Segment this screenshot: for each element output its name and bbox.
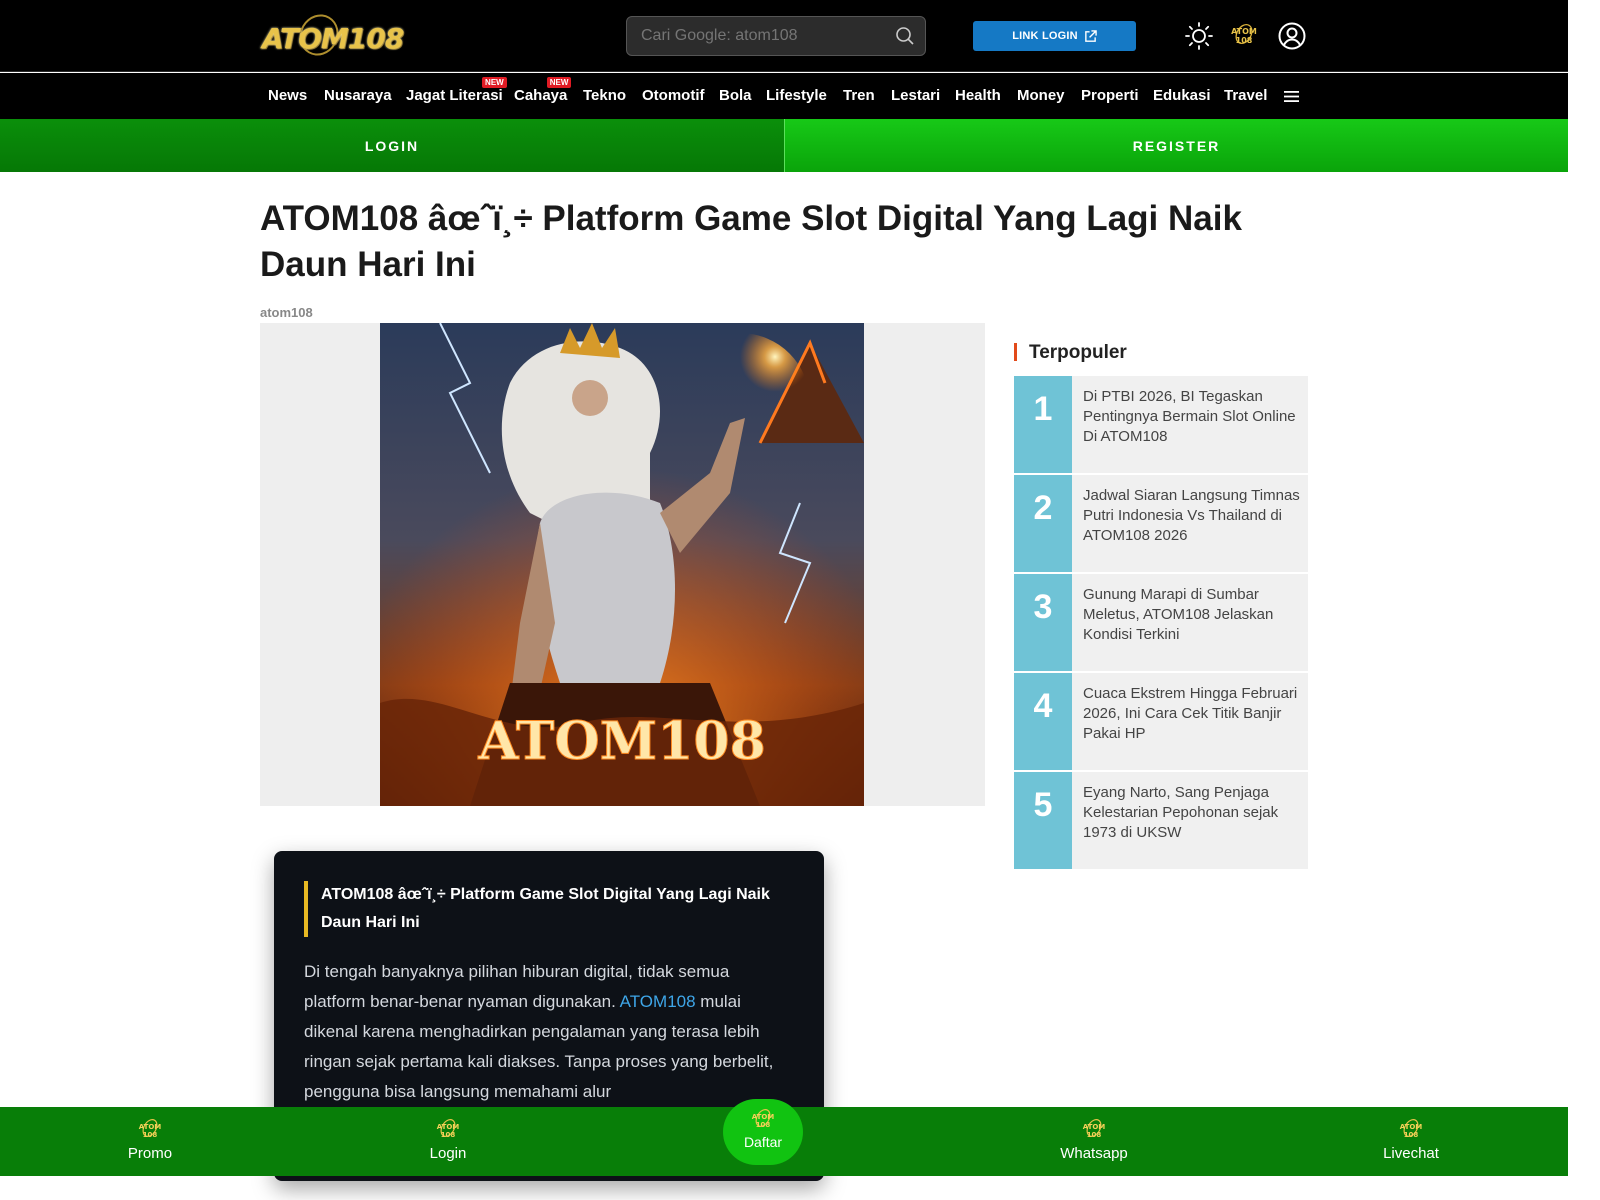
popular-rank: 4: [1014, 673, 1072, 770]
nav-item-label: Cahaya: [514, 87, 568, 104]
bottom-nav-label: Login: [429, 1145, 467, 1162]
bottom-nav-label: Promo: [127, 1145, 173, 1162]
search-icon[interactable]: [895, 26, 915, 46]
new-badge: NEW: [546, 77, 572, 88]
bottom-nav-promo[interactable]: ATOM 108 Promo: [90, 1117, 210, 1162]
bottom-nav-label: Whatsapp: [1060, 1145, 1128, 1162]
logo-text: ATOM108: [262, 22, 404, 55]
popular-rank: 2: [1014, 475, 1072, 572]
login-button[interactable]: LOGIN: [0, 119, 784, 172]
nav-item-money[interactable]: Money: [1017, 87, 1065, 104]
svg-text:108: 108: [1236, 36, 1253, 45]
svg-text:108: 108: [1087, 1131, 1102, 1139]
popular-rank: 5: [1014, 772, 1072, 869]
nav-item-lifestyle[interactable]: Lifestyle: [766, 87, 827, 104]
bottom-nav-login[interactable]: ATOM 108 Login: [388, 1117, 508, 1162]
new-badge: NEW: [482, 77, 507, 88]
article-title: ATOM108 âœˆï¸÷ Platform Game Slot Digita…: [260, 199, 1242, 284]
link-login-label: LINK LOGIN: [1012, 30, 1078, 42]
nav-item-bola[interactable]: Bola: [719, 87, 752, 104]
bottom-nav-daftar[interactable]: ATOM 108 Daftar: [723, 1099, 803, 1165]
svg-text:ATOM: ATOM: [139, 1123, 162, 1131]
popular-item[interactable]: 1 Di PTBI 2026, BI Tegaskan Pentingnya B…: [1014, 376, 1308, 473]
bottom-nav-label: Daftar: [743, 1134, 783, 1150]
daftar-logo-icon: ATOM108: [752, 1109, 775, 1129]
svg-text:ATOM: ATOM: [1400, 1123, 1423, 1131]
article-body: Di tengah banyaknya pilihan hiburan digi…: [304, 957, 794, 1107]
nav-item-health[interactable]: Health: [955, 87, 1001, 104]
mini-logo-icon: ATOM 108: [1231, 24, 1257, 45]
popular-headline[interactable]: Eyang Narto, Sang Penjaga Kelestarian Pe…: [1083, 783, 1303, 843]
search-input[interactable]: [641, 25, 881, 47]
search-box: [626, 16, 926, 56]
svg-text:108: 108: [441, 1131, 456, 1139]
popular-title-text: Terpopuler: [1029, 342, 1127, 363]
popular-item[interactable]: 4 Cuaca Ekstrem Hingga Februari 2026, In…: [1014, 673, 1308, 770]
nav-item-cahaya[interactable]: Cahaya NEW: [514, 77, 572, 104]
body-atom108-link[interactable]: ATOM108: [620, 992, 696, 1011]
login-logo-icon: ATOM108: [437, 1119, 460, 1139]
nav-item-tekno[interactable]: Tekno: [583, 87, 626, 104]
svg-text:ATOM: ATOM: [1231, 27, 1257, 36]
nav-item-news[interactable]: News: [268, 87, 307, 104]
popular-headline[interactable]: Cuaca Ekstrem Hingga Februari 2026, Ini …: [1083, 684, 1303, 744]
external-link-icon: [1084, 29, 1097, 42]
nav-item-tren[interactable]: Tren: [843, 87, 875, 104]
hero-illustration: ATOM108: [380, 323, 864, 806]
svg-text:ATOM: ATOM: [1083, 1123, 1106, 1131]
popular-rank: 3: [1014, 574, 1072, 671]
article-author[interactable]: atom108: [260, 305, 313, 320]
svg-text:ATOM: ATOM: [437, 1123, 460, 1131]
popular-headline[interactable]: Gunung Marapi di Sumbar Meletus, ATOM108…: [1083, 585, 1303, 645]
popular-headline[interactable]: Jadwal Siaran Langsung Timnas Putri Indo…: [1083, 486, 1303, 546]
popular-section-title: Terpopuler: [1014, 342, 1127, 363]
nav-item-lestari[interactable]: Lestari: [891, 87, 940, 104]
main-nav: News Nusaraya Jagat Literasi NEW Cahaya …: [0, 73, 1568, 119]
nav-item-edukasi[interactable]: Edukasi: [1153, 87, 1211, 104]
whatsapp-logo-icon: ATOM108: [1083, 1119, 1106, 1139]
hero-image: ATOM108: [380, 323, 864, 806]
svg-text:108: 108: [1404, 1131, 1419, 1139]
nav-item-properti[interactable]: Properti: [1081, 87, 1139, 104]
card-heading: ATOM108 âœˆï¸÷ Platform Game Slot Digita…: [304, 881, 784, 937]
hamburger-menu-icon[interactable]: [1284, 90, 1299, 103]
link-login-button[interactable]: LINK LOGIN: [973, 21, 1136, 51]
bottom-nav-livechat[interactable]: ATOM 108 Livechat: [1351, 1117, 1471, 1162]
svg-text:108: 108: [756, 1121, 771, 1129]
hero-image-container: ATOM108: [260, 323, 985, 806]
svg-text:108: 108: [143, 1131, 158, 1139]
nav-item-jagat-literasi[interactable]: Jagat Literasi NEW: [406, 77, 507, 104]
popular-rank: 1: [1014, 376, 1072, 473]
livechat-logo-icon: ATOM108: [1400, 1119, 1423, 1139]
nav-item-travel[interactable]: Travel: [1224, 87, 1267, 104]
promo-logo-icon: ATOM108: [139, 1119, 162, 1139]
nav-item-nusaraya[interactable]: Nusaraya: [324, 87, 392, 104]
user-account-icon[interactable]: [1277, 20, 1307, 52]
bottom-nav-label: Livechat: [1383, 1145, 1439, 1162]
hero-brand-text: ATOM108: [477, 711, 766, 772]
top-header: ATOM108 LINK LOGIN ATOM 108: [0, 0, 1568, 72]
site-logo[interactable]: ATOM108: [260, 7, 412, 63]
svg-text:ATOM: ATOM: [752, 1113, 775, 1121]
popular-headline[interactable]: Di PTBI 2026, BI Tegaskan Pentingnya Ber…: [1083, 387, 1303, 447]
nav-item-otomotif[interactable]: Otomotif: [642, 87, 704, 104]
nav-item-label: Jagat Literasi: [406, 87, 503, 104]
bottom-nav-whatsapp[interactable]: ATOM 108 Whatsapp: [1034, 1117, 1154, 1162]
popular-list: 1 Di PTBI 2026, BI Tegaskan Pentingnya B…: [1014, 376, 1308, 871]
register-button[interactable]: REGISTER: [784, 119, 1568, 172]
popular-item[interactable]: 3 Gunung Marapi di Sumbar Meletus, ATOM1…: [1014, 574, 1308, 671]
popular-item[interactable]: 2 Jadwal Siaran Langsung Timnas Putri In…: [1014, 475, 1308, 572]
sun-icon[interactable]: [1185, 20, 1215, 52]
popular-item[interactable]: 5 Eyang Narto, Sang Penjaga Kelestarian …: [1014, 772, 1308, 869]
